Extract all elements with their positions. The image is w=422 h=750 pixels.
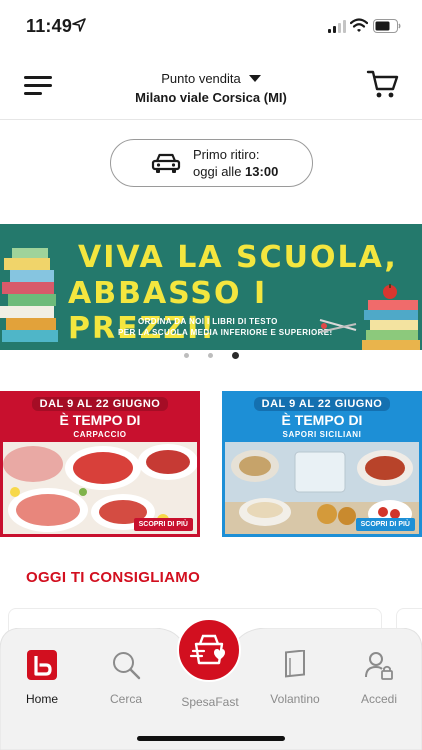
promo-card-carpaccio[interactable]: DAL 9 AL 22 GIUGNO È TEMPO DI CARPACCIO … xyxy=(0,391,200,537)
tab-label: Accedi xyxy=(360,692,398,706)
scissors-illustration xyxy=(319,319,357,333)
pickup-value: oggi alle 13:00 xyxy=(193,163,278,180)
store-name: Milano viale Corsica (MI) xyxy=(135,90,287,105)
promo-cta[interactable]: SCOPRI DI PIÙ xyxy=(355,518,415,531)
carousel-dot-active[interactable] xyxy=(232,352,239,359)
promo-cta[interactable]: SCOPRI DI PIÙ xyxy=(133,518,193,531)
tab-label: Cerca xyxy=(109,692,142,706)
banner-subtitle-line1: ORDINA DA NOI I LIBRI DI TESTO xyxy=(138,317,278,326)
user-lock-icon xyxy=(365,652,393,680)
pickup-label: Primo ritiro: xyxy=(193,147,260,162)
car-icon xyxy=(151,153,181,173)
store-picker[interactable]: Punto vendita Milano viale Corsica (MI) xyxy=(120,70,302,105)
books-stack-illustration xyxy=(0,248,58,342)
flyer-icon xyxy=(285,650,305,678)
section-title: OGGI TI CONSIGLIAMO xyxy=(26,569,201,586)
tab-cerca[interactable]: Cerca xyxy=(91,650,161,706)
tab-accedi[interactable]: Accedi xyxy=(344,650,414,706)
status-time: 11:49 xyxy=(26,16,73,36)
banner-subtitle-line2: PER LA SCUOLA MEDIA INFERIORE E SUPERIOR… xyxy=(118,328,333,337)
shopping-cart-icon[interactable] xyxy=(366,68,400,100)
cellular-signal-icon xyxy=(328,20,346,33)
location-arrow-icon xyxy=(72,18,86,32)
shopping-basket-heart-icon[interactable] xyxy=(176,617,242,683)
promo-headline: È TEMPO DI xyxy=(59,412,141,428)
status-bar: 11:49 xyxy=(0,0,422,52)
battery-icon xyxy=(373,19,401,33)
promo-banner-carousel[interactable]: VIVA LA SCUOLA, ABBASSO I PREZZI! ORDINA… xyxy=(0,224,422,350)
books-apple-illustration xyxy=(362,284,420,350)
promo-tag: SAPORI SICILIANI xyxy=(282,430,362,439)
search-icon xyxy=(113,652,141,680)
promo-headline: È TEMPO DI xyxy=(281,412,363,428)
tab-volantino[interactable]: Volantino xyxy=(260,650,330,706)
app-header: Punto vendita Milano viale Corsica (MI) xyxy=(0,52,422,120)
home-indicator xyxy=(137,736,285,741)
hamburger-menu-icon[interactable] xyxy=(24,72,54,100)
tab-label: Home xyxy=(25,692,58,706)
home-logo-icon xyxy=(27,650,57,680)
bottom-tab-bar: Home Cerca SpesaFast Volantino Accedi xyxy=(0,618,422,750)
promo-dates: DAL 9 AL 22 GIUGNO xyxy=(31,397,169,411)
tab-home[interactable]: Home xyxy=(7,650,77,706)
promo-tag: CARPACCIO xyxy=(73,430,127,439)
pickup-time-button[interactable]: Primo ritiro: oggi alle 13:00 xyxy=(110,139,313,187)
caret-down-icon xyxy=(248,75,261,82)
promo-dates: DAL 9 AL 22 GIUGNO xyxy=(253,397,391,411)
carousel-dot[interactable] xyxy=(184,353,189,358)
store-caption: Punto vendita xyxy=(161,71,241,86)
carousel-dot[interactable] xyxy=(208,353,213,358)
promo-card-sapori-siciliani[interactable]: DAL 9 AL 22 GIUGNO È TEMPO DI SAPORI SIC… xyxy=(222,391,422,537)
carousel-pagination xyxy=(180,351,244,361)
wifi-icon xyxy=(350,18,368,32)
tab-label: Volantino xyxy=(270,692,320,706)
tab-label[interactable]: SpesaFast xyxy=(166,695,254,709)
banner-title-line1: VIVA LA SCUOLA, xyxy=(78,240,398,275)
pickup-time: 13:00 xyxy=(245,164,279,179)
pickup-prefix: oggi alle xyxy=(193,164,246,179)
